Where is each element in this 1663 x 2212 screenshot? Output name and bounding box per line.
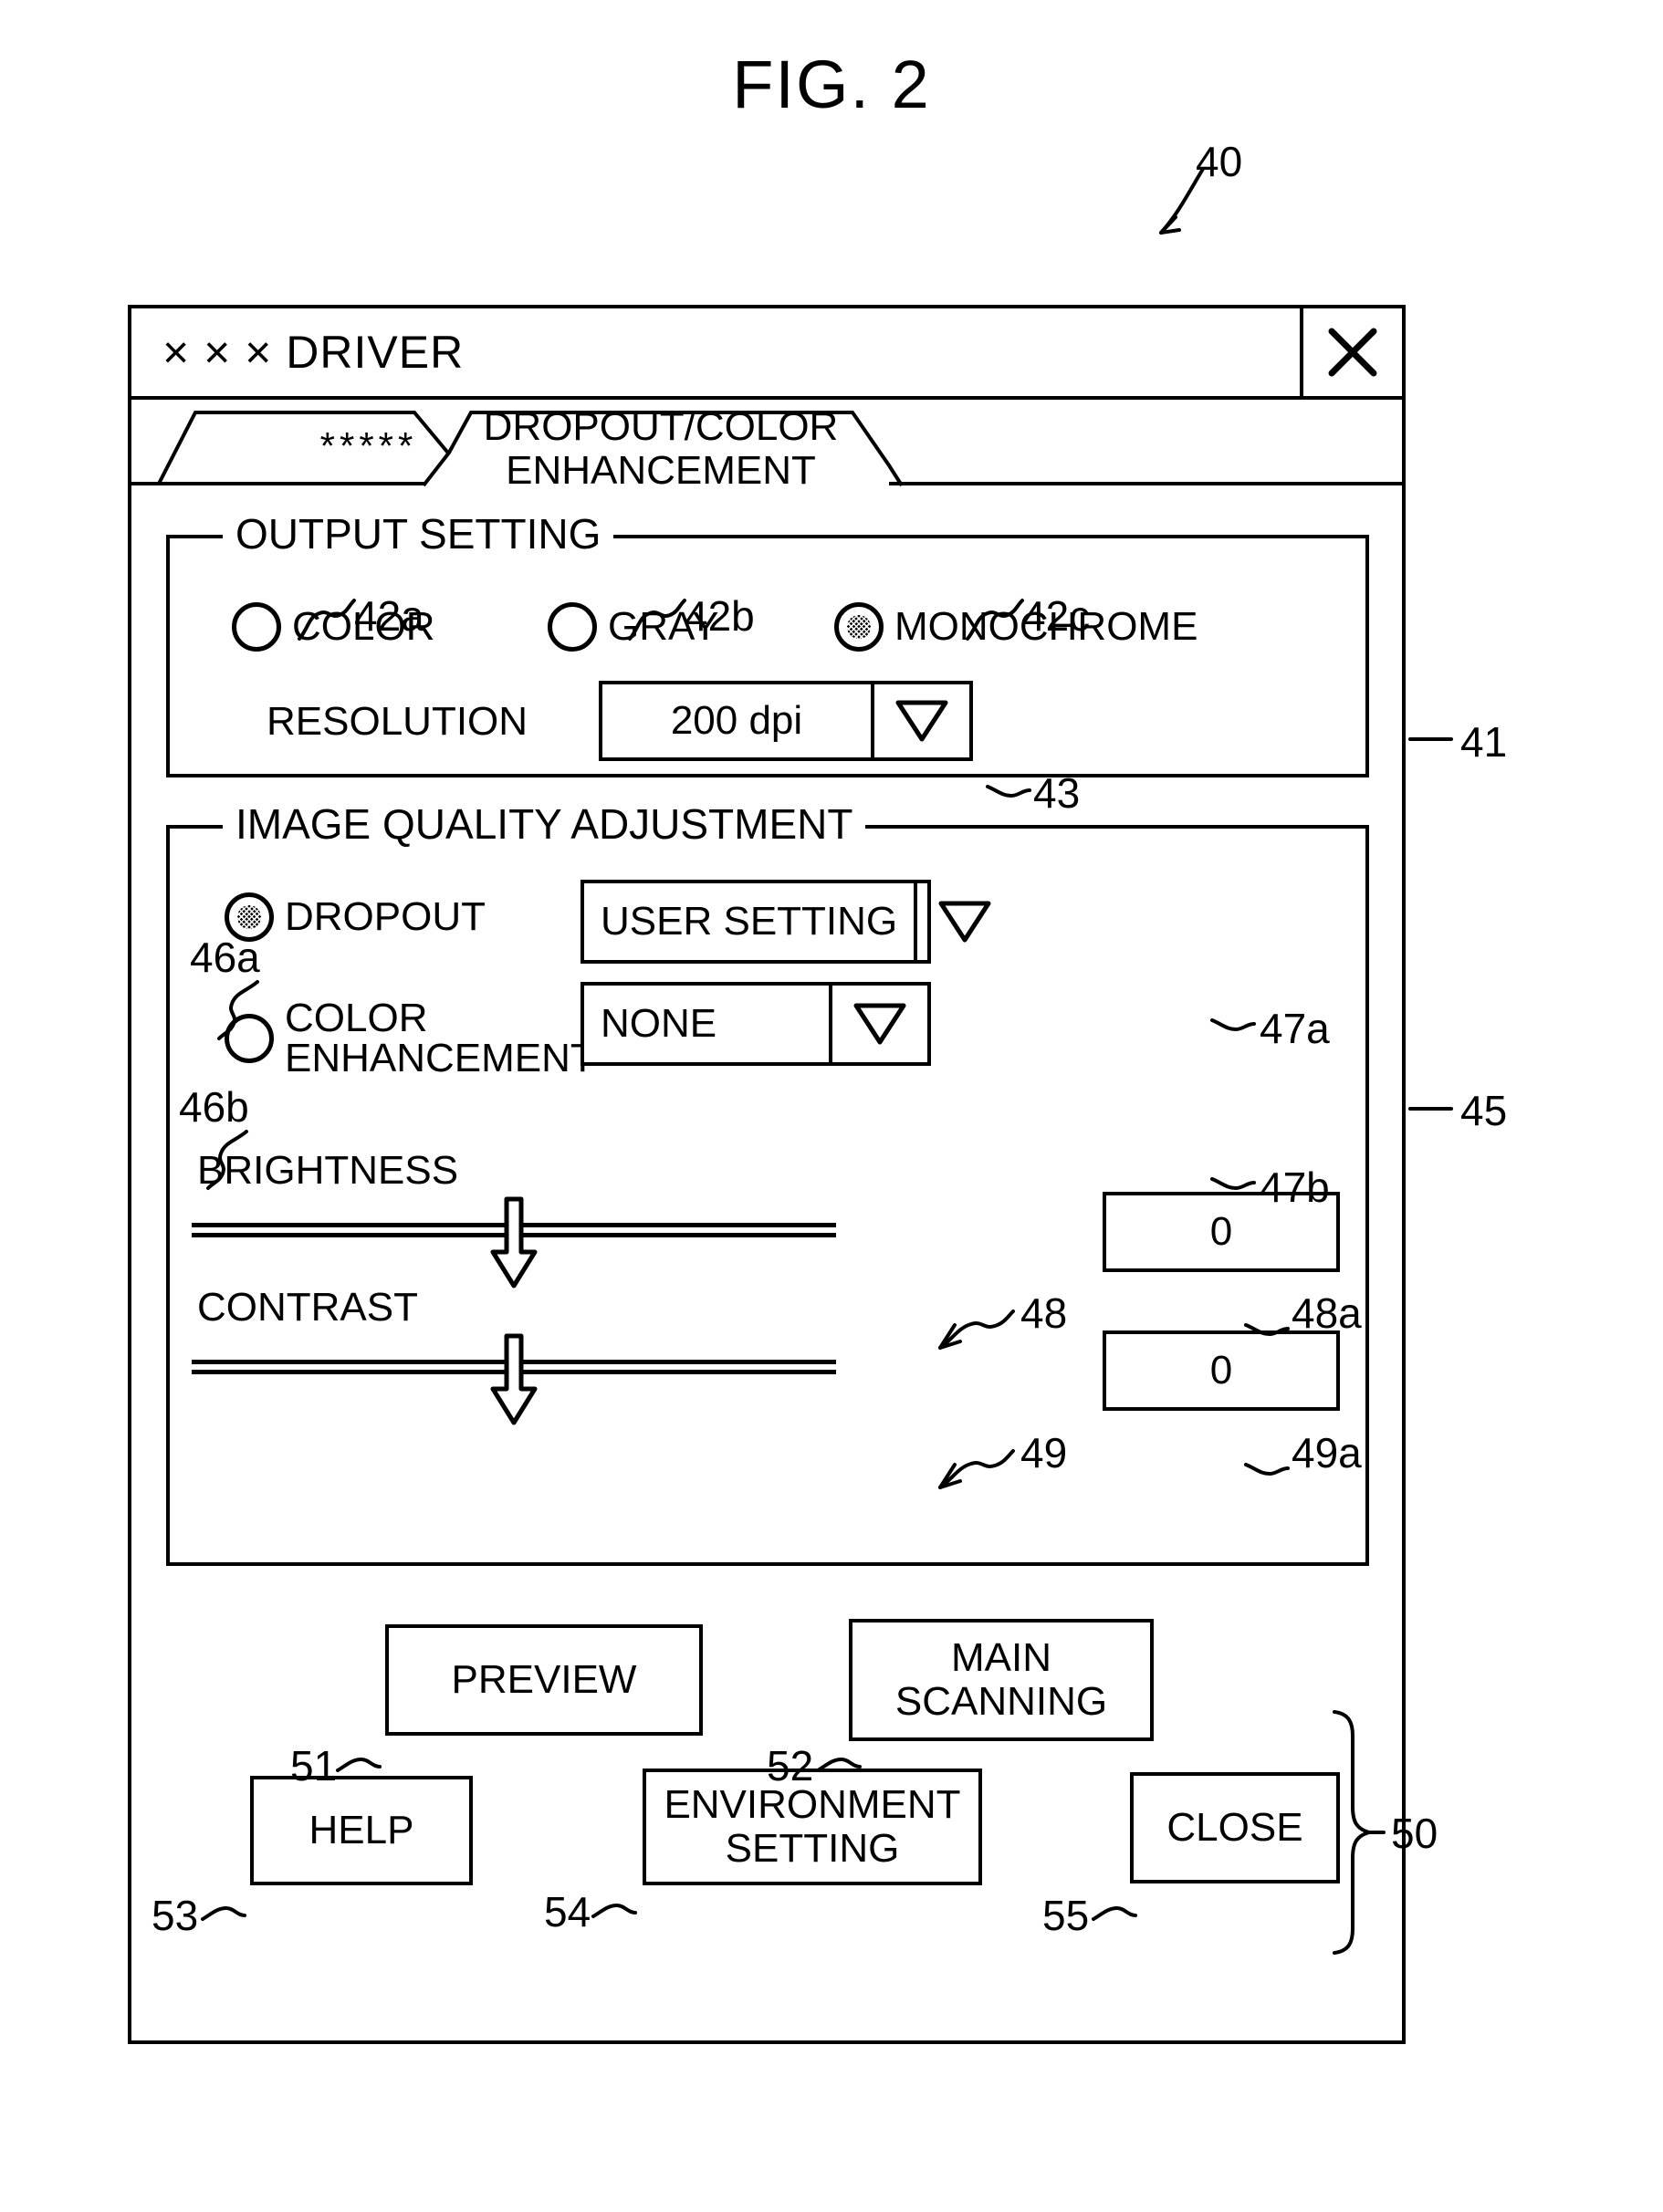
resolution-label: RESOLUTION bbox=[267, 699, 528, 744]
arrow-down-thumb-icon bbox=[490, 1333, 538, 1425]
triangle-down-icon bbox=[853, 1003, 906, 1045]
radio-color-enhancement-label: COLOR ENHANCEMENT bbox=[285, 996, 595, 1080]
main-scanning-button-label: MAIN SCANNING bbox=[894, 1635, 1108, 1724]
callout-49: 49 bbox=[1020, 1429, 1068, 1476]
radio-gray-indicator[interactable] bbox=[548, 602, 597, 652]
tab-dropout-color-enhancement[interactable]: DROPOUT/COLOR ENHANCEMENT bbox=[405, 405, 916, 492]
contrast-slider[interactable] bbox=[192, 1333, 836, 1425]
image-quality-legend: IMAGE QUALITY ADJUSTMENT bbox=[223, 799, 866, 849]
color-enhancement-combobox[interactable]: NONE bbox=[580, 982, 931, 1066]
output-setting-group: OUTPUT SETTING COLOR GRAY MONOCHROME RES… bbox=[166, 509, 1369, 777]
radio-option-monochrome[interactable]: MONOCHROME bbox=[834, 602, 1198, 652]
window-title: × × × DRIVER bbox=[162, 327, 465, 378]
radio-option-color-enhancement[interactable]: COLOR ENHANCEMENT bbox=[225, 996, 595, 1080]
contrast-value-box[interactable]: 0 bbox=[1103, 1330, 1340, 1411]
callout-52: 52 bbox=[767, 1742, 814, 1789]
close-dialog-button[interactable]: CLOSE bbox=[1130, 1772, 1340, 1883]
callout-45: 45 bbox=[1460, 1087, 1508, 1134]
color-enhancement-value: NONE bbox=[601, 1001, 717, 1046]
image-quality-group: IMAGE QUALITY ADJUSTMENT DROPOUT USER SE… bbox=[166, 799, 1369, 1566]
callout-51: 51 bbox=[290, 1742, 338, 1789]
resolution-combobox[interactable]: 200 dpi bbox=[599, 681, 973, 761]
help-button-label: HELP bbox=[309, 1808, 414, 1853]
callout-48a: 48a bbox=[1292, 1289, 1362, 1337]
dropout-dropdown-button[interactable] bbox=[914, 883, 1012, 960]
resolution-value: 200 dpi bbox=[670, 698, 803, 743]
window-titlebar: × × × DRIVER bbox=[131, 308, 1402, 400]
radio-color-indicator[interactable] bbox=[232, 602, 281, 652]
callout-47a: 47a bbox=[1260, 1005, 1330, 1052]
contrast-value: 0 bbox=[1209, 1348, 1233, 1393]
callout-54: 54 bbox=[544, 1888, 591, 1936]
dropout-value: USER SETTING bbox=[601, 899, 898, 944]
radio-color-enhancement-indicator[interactable] bbox=[225, 1014, 274, 1063]
callout-46b: 46b bbox=[179, 1083, 249, 1131]
figure-title: FIG. 2 bbox=[732, 47, 931, 122]
arrow-down-thumb-icon bbox=[490, 1196, 538, 1289]
environment-setting-button-label: ENVIRONMENT SETTING bbox=[664, 1782, 961, 1871]
brightness-slider[interactable] bbox=[192, 1196, 836, 1289]
callout-42c: 42c bbox=[1022, 592, 1091, 640]
radio-dropout-label: DROPOUT bbox=[285, 894, 486, 939]
callout-50: 50 bbox=[1391, 1810, 1438, 1857]
callout-42a: 42a bbox=[354, 592, 424, 640]
callout-49a: 49a bbox=[1292, 1429, 1362, 1476]
contrast-label: CONTRAST bbox=[197, 1285, 418, 1330]
callout-46a: 46a bbox=[190, 934, 260, 981]
close-button[interactable] bbox=[1300, 308, 1402, 396]
callout-47b: 47b bbox=[1260, 1163, 1330, 1211]
radio-option-dropout[interactable]: DROPOUT bbox=[225, 892, 486, 942]
preview-button[interactable]: PREVIEW bbox=[385, 1624, 703, 1736]
radio-monochrome-indicator[interactable] bbox=[834, 602, 884, 652]
brightness-value: 0 bbox=[1209, 1209, 1233, 1254]
callout-53: 53 bbox=[152, 1892, 199, 1939]
help-button[interactable]: HELP bbox=[250, 1776, 473, 1885]
callout-42b: 42b bbox=[685, 592, 755, 640]
brightness-slider-thumb[interactable] bbox=[489, 1195, 539, 1295]
tab-strip: ***** DROPOUT/COLOR ENHANCEMENT bbox=[131, 400, 1402, 492]
callout-40: 40 bbox=[1196, 138, 1243, 185]
close-x-icon bbox=[1328, 328, 1377, 377]
output-setting-legend: OUTPUT SETTING bbox=[223, 509, 614, 558]
triangle-down-icon bbox=[938, 901, 991, 943]
dropout-combobox[interactable]: USER SETTING bbox=[580, 880, 991, 964]
brightness-label: BRIGHTNESS bbox=[197, 1148, 459, 1193]
resolution-dropdown-button[interactable] bbox=[871, 684, 969, 757]
callout-43: 43 bbox=[1033, 769, 1081, 817]
close-dialog-button-label: CLOSE bbox=[1166, 1805, 1303, 1851]
color-enhancement-dropdown-button[interactable] bbox=[829, 986, 927, 1062]
main-scanning-button[interactable]: MAIN SCANNING bbox=[849, 1619, 1154, 1741]
triangle-down-icon bbox=[895, 700, 948, 742]
callout-41: 41 bbox=[1460, 718, 1508, 766]
callout-48: 48 bbox=[1020, 1289, 1068, 1337]
callout-55: 55 bbox=[1042, 1892, 1090, 1939]
contrast-slider-thumb[interactable] bbox=[489, 1332, 539, 1432]
preview-button-label: PREVIEW bbox=[451, 1657, 637, 1703]
